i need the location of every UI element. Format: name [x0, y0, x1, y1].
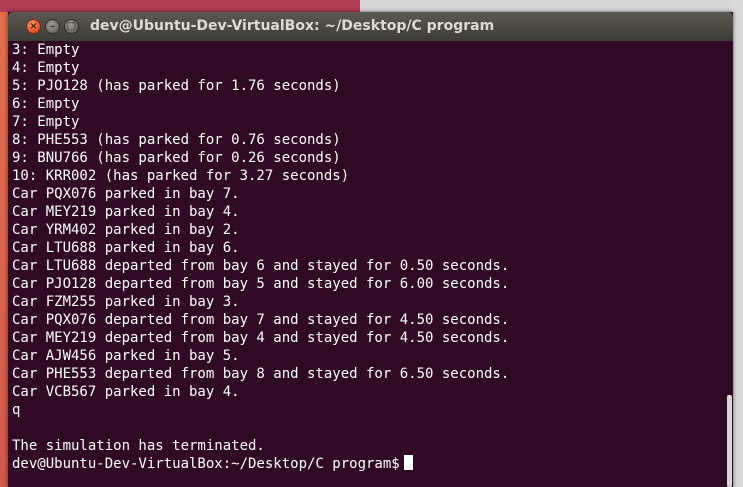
terminal-line: q: [12, 402, 21, 418]
window-titlebar[interactable]: × – □ dev@Ubuntu-Dev-VirtualBox: ~/Deskt…: [8, 12, 733, 41]
terminal-line: 8: PHE553 (has parked for 0.76 seconds): [12, 132, 341, 148]
window-title: dev@Ubuntu-Dev-VirtualBox: ~/Desktop/C p…: [90, 18, 495, 34]
scrollbar-thumb[interactable]: [727, 395, 732, 487]
terminal-line: Car MEY219 parked in bay 4.: [12, 204, 240, 220]
terminal-line: 5: PJO128 (has parked for 1.76 seconds): [12, 78, 341, 94]
terminal-line: Car PHE553 departed from bay 8 and staye…: [12, 366, 510, 382]
maximize-icon[interactable]: □: [64, 19, 79, 34]
minimize-icon[interactable]: –: [45, 19, 60, 34]
close-icon[interactable]: ×: [26, 19, 41, 34]
desktop-background-right-window: [360, 0, 743, 12]
terminal-output[interactable]: 3: Empty 4: Empty 5: PJO128 (has parked …: [8, 41, 725, 487]
terminal-line: Car LTU688 departed from bay 6 and staye…: [12, 258, 510, 274]
terminal-scrollbar[interactable]: [725, 41, 733, 487]
shell-prompt-line[interactable]: dev@Ubuntu-Dev-VirtualBox:~/Desktop/C pr…: [12, 455, 725, 473]
terminal-line: The simulation has terminated.: [12, 438, 265, 454]
terminal-line: 9: BNU766 (has parked for 0.26 seconds): [12, 150, 341, 166]
terminal-line: 10: KRR002 (has parked for 3.27 seconds): [12, 168, 350, 184]
terminal-line: Car PQX076 parked in bay 7.: [12, 186, 240, 202]
terminal-line: 4: Empty: [12, 60, 80, 76]
shell-prompt: dev@Ubuntu-Dev-VirtualBox:~/Desktop/C pr…: [12, 456, 400, 472]
terminal-line: 6: Empty: [12, 96, 80, 112]
terminal-line: Car VCB567 parked in bay 4.: [12, 384, 240, 400]
terminal-line: Car YRM402 parked in bay 2.: [12, 222, 240, 238]
terminal-line: Car FZM255 parked in bay 3.: [12, 294, 240, 310]
terminal-line: Car AJW456 parked in bay 5.: [12, 348, 240, 364]
terminal-line: Car MEY219 departed from bay 4 and staye…: [12, 330, 510, 346]
text-cursor: [403, 455, 413, 470]
terminal-line: Car LTU688 parked in bay 6.: [12, 240, 240, 256]
terminal-line: 7: Empty: [12, 114, 80, 130]
terminal-line: Car PJO128 departed from bay 5 and staye…: [12, 276, 510, 292]
terminal-line: Car PQX076 departed from bay 7 and staye…: [12, 312, 510, 328]
terminal-line: 3: Empty: [12, 42, 80, 58]
terminal-window: × – □ dev@Ubuntu-Dev-VirtualBox: ~/Deskt…: [8, 12, 733, 487]
